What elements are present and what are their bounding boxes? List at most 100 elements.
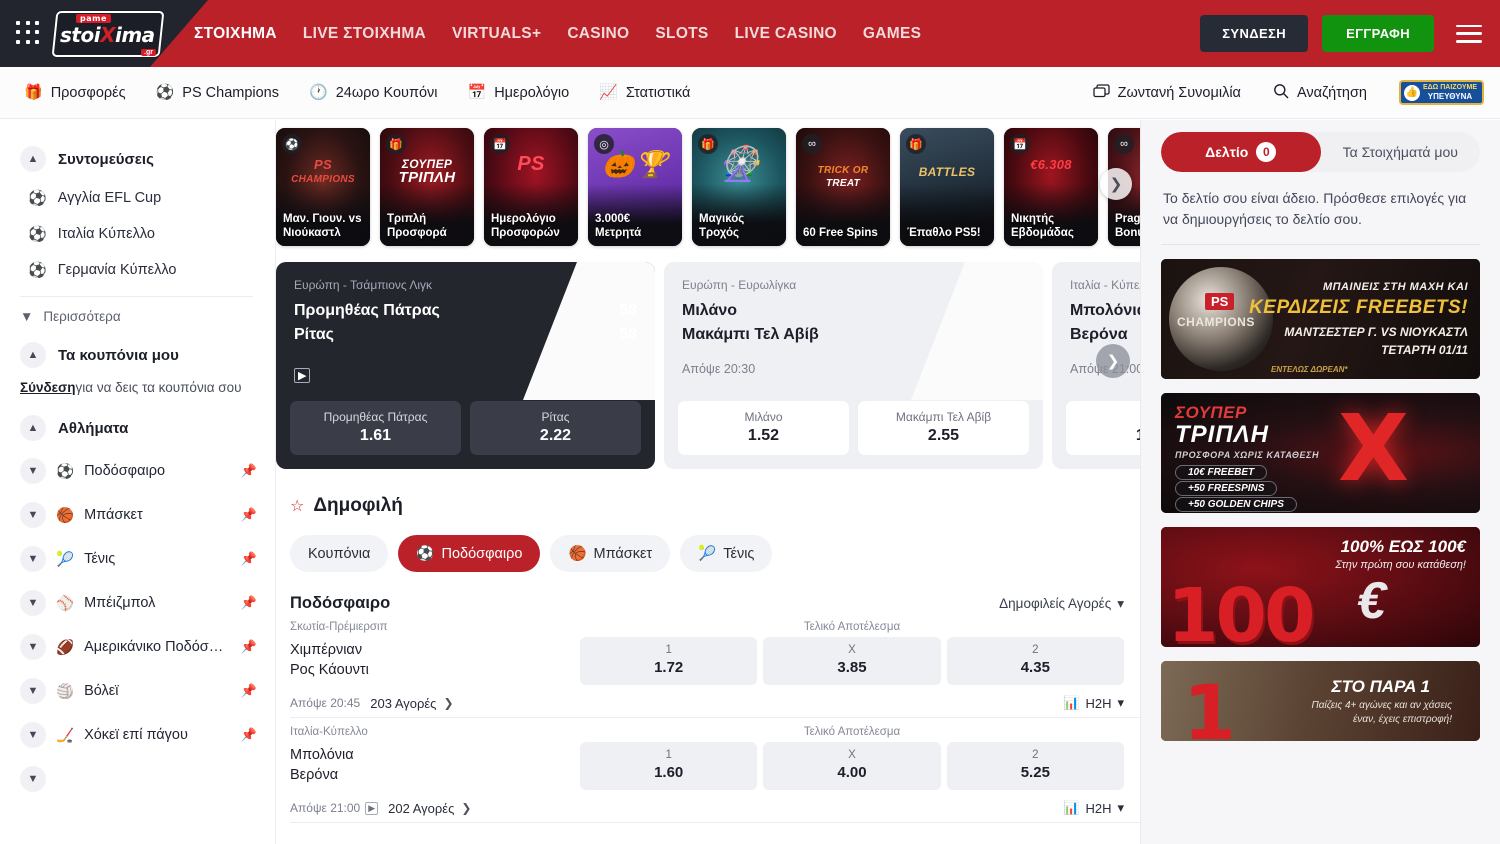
promo-tile[interactable]: €6.308 📅 Νικητής Εβδομάδας xyxy=(1004,128,1098,246)
chevron-down-icon[interactable]: ▼ xyxy=(20,546,46,572)
pin-icon[interactable]: 📌 xyxy=(241,595,257,611)
sidebar-sport-american-football[interactable]: ▼ 🏈 Αμερικάνικο Ποδόσ… 📌 xyxy=(0,625,275,669)
tab-betslip[interactable]: Δελτίο 0 xyxy=(1161,132,1321,172)
sidebar-sport-football[interactable]: ▼ ⚽ Ποδόσφαιρο 📌 xyxy=(0,449,275,493)
odd-button-2[interactable]: 2 4.35 xyxy=(947,637,1124,685)
promo-tile[interactable]: 🎃🏆 ◎ 3.000€ Μετρητά xyxy=(588,128,682,246)
deposit-bonus-banner[interactable]: 100 € 100% ΕΩΣ 100€ Στην πρώτη σου κατάθ… xyxy=(1161,527,1480,647)
apps-grid-icon[interactable] xyxy=(16,21,42,47)
home-team-score: 58 xyxy=(595,302,637,320)
event-markets-count[interactable]: 202 Αγορές xyxy=(388,801,454,816)
pin-icon[interactable]: 📌 xyxy=(241,727,257,743)
chevron-down-icon[interactable]: ▼ xyxy=(20,722,46,748)
tv-stream-icon[interactable]: ▶ xyxy=(365,802,378,815)
promo-tile[interactable]: PS 📅 Ημερολόγιο Προσφορών xyxy=(484,128,578,246)
subnav-live-chat[interactable]: Ζωντανή Συνομιλία xyxy=(1093,84,1241,102)
event-row-partial[interactable] xyxy=(290,823,1140,844)
featured-match-card[interactable]: Ευρώπη - Ευρωλίγκα Μιλάνο Μακάμπι Τελ Αβ… xyxy=(664,262,1043,469)
odd-button-1[interactable]: 1 1.60 xyxy=(580,742,757,790)
promo-carousel-next-button[interactable]: ❯ xyxy=(1100,168,1132,200)
nav-live-casino[interactable]: LIVE CASINO xyxy=(735,25,837,43)
super-tripli-banner[interactable]: X ΣΟΥΠΕΡ ΤΡΙΠΛΗ ΠΡΟΣΦΟΡΑ ΧΩΡΙΣ ΚΑΤΑΘΕΣΗ … xyxy=(1161,393,1480,513)
subnav-24h-coupon[interactable]: 🕐 24ωρο Κουπόνι xyxy=(309,85,438,101)
nav-casino[interactable]: CASINO xyxy=(567,25,629,43)
sidebar-sport-ice-hockey[interactable]: ▼ 🏒 Χόκεϊ επί πάγου 📌 xyxy=(0,713,275,757)
event-row[interactable]: Σκωτία-Πρέμιερσιπ Χιμπέρνιαν Ρος Κάουντι… xyxy=(290,613,1140,718)
chevron-down-icon[interactable]: ▼ xyxy=(20,634,46,660)
sidebar-sport-volleyball[interactable]: ▼ 🏐 Βόλεϊ 📌 xyxy=(0,669,275,713)
sidebar-item-italy-cup[interactable]: ⚽ Ιταλία Κύπελλο xyxy=(0,216,275,252)
pin-icon[interactable]: 📌 xyxy=(241,683,257,699)
tab-my-bets[interactable]: Τα Στοιχήματά μου xyxy=(1321,132,1481,172)
chevron-down-icon[interactable]: ▼ xyxy=(20,502,46,528)
promo-tile[interactable]: 🎡 🎁 Μαγικός Τροχός xyxy=(692,128,786,246)
promo-tile[interactable]: TRICK ORTREAT ∞ 60 Free Spins xyxy=(796,128,890,246)
hamburger-menu-icon[interactable] xyxy=(1456,25,1482,43)
chevron-down-icon[interactable]: ▼ xyxy=(20,590,46,616)
odd-button-2[interactable]: 2 5.25 xyxy=(947,742,1124,790)
ps-champions-banner[interactable]: PS CHAMPIONS ΜΠΑΙΝΕΙΣ ΣΤΗ ΜΑΧΗ ΚΑΙ ΚΕΡΔΙ… xyxy=(1161,259,1480,379)
odd-button-x[interactable]: X 3.85 xyxy=(763,637,940,685)
pin-icon[interactable]: 📌 xyxy=(241,639,257,655)
sidebar-sport-baseball[interactable]: ▼ ⚾ Μπέιζμπολ 📌 xyxy=(0,581,275,625)
register-button[interactable]: ΕΓΓΡΑΦΗ xyxy=(1322,15,1434,52)
sidebar-item-germany-cup[interactable]: ⚽ Γερμανία Κύπελλο xyxy=(0,252,275,288)
tab-coupons[interactable]: Κουπόνια xyxy=(290,535,388,572)
odd-label: Μακάμπι Τελ Αβίβ xyxy=(864,410,1023,424)
event-row[interactable]: Ιταλία-Κύπελλο Μπολόνια Βερόνα Τελικό Απ… xyxy=(290,718,1140,823)
h2h-button[interactable]: 📊 H2H ▾ xyxy=(1063,800,1124,816)
subnav-offers[interactable]: 🎁 Προσφορές xyxy=(24,85,126,101)
sidebar-section-sports[interactable]: ▲ Αθλήματα xyxy=(0,407,275,449)
featured-match-card[interactable]: Ευρώπη - Τσάμπιονς Λιγκ Προμηθέας Πάτρας… xyxy=(276,262,655,469)
odd-button[interactable]: Μακάμπι Τελ Αβίβ 2.55 xyxy=(858,401,1029,455)
odd-button-x[interactable]: X 4.00 xyxy=(763,742,940,790)
tab-football[interactable]: ⚽ Ποδόσφαιρο xyxy=(398,535,540,572)
odd-button[interactable]: 1 1.60 xyxy=(1066,401,1140,455)
tab-basketball[interactable]: 🏀 Μπάσκετ xyxy=(550,535,670,572)
tab-tennis[interactable]: 🎾 Τένις xyxy=(680,535,772,572)
responsible-gaming-badge[interactable]: 👍 ΕΔΩ ΠΑΙΖΟΥΜΕ ΥΠΕΥΘΥΝΑ xyxy=(1399,80,1484,105)
subnav-ps-champions[interactable]: ⚽ PS Champions xyxy=(156,85,279,101)
nav-virtuals[interactable]: VIRTUALS+ xyxy=(452,25,541,43)
sidebar-sport-next[interactable]: ▼ xyxy=(0,757,275,801)
tv-stream-icon[interactable]: ▶ xyxy=(294,368,310,383)
sidebar-more-button[interactable]: ▼ Περισσότερα xyxy=(0,303,275,334)
nav-stoixima[interactable]: ΣΤΟΙΧΗΜΑ xyxy=(194,25,277,43)
chevron-right-icon[interactable]: ❯ xyxy=(461,801,471,815)
sidebar-login-link[interactable]: Σύνδεση xyxy=(20,380,76,395)
markets-selector[interactable]: Δημοφιλείς Αγορές ▾ xyxy=(999,596,1124,612)
chevron-right-icon[interactable]: ❯ xyxy=(443,696,453,710)
promo-tile[interactable]: ΣΟΥΠΕΡΤΡΙΠΛΗ 🎁 Τριπλή Προσφορά xyxy=(380,128,474,246)
sidebar-sport-basketball[interactable]: ▼ 🏀 Μπάσκετ 📌 xyxy=(0,493,275,537)
pin-icon[interactable]: 📌 xyxy=(241,551,257,567)
subnav-search[interactable]: Αναζήτηση xyxy=(1273,83,1367,102)
chevron-down-icon[interactable]: ▼ xyxy=(20,678,46,704)
sidebar-section-shortcuts[interactable]: ▲ Συντομεύσεις xyxy=(0,138,275,180)
sto-para-1-banner[interactable]: 1 ΣΤΟ ΠΑΡΑ 1 Παίζεις 4+ αγώνες και αν χά… xyxy=(1161,661,1480,741)
search-icon xyxy=(1273,83,1289,102)
sidebar-item-efl-cup[interactable]: ⚽ Αγγλία EFL Cup xyxy=(0,180,275,216)
subnav-statistics[interactable]: 📈 Στατιστικά xyxy=(599,85,690,101)
odd-button[interactable]: Προμηθέας Πάτρας 1.61 xyxy=(290,401,461,455)
promo-tile[interactable]: PSCHAMPIONS ⚽ Μαν. Γιουν. vs Νιούκαστλ xyxy=(276,128,370,246)
event-markets-count[interactable]: 203 Αγορές xyxy=(370,696,436,711)
nav-slots[interactable]: SLOTS xyxy=(655,25,708,43)
subnav-calendar[interactable]: 📅 Ημερολόγιο xyxy=(468,85,570,101)
tennis-icon: 🎾 xyxy=(56,551,74,568)
promo-tile[interactable]: BATTLES 🎁 Έπαθλο PS5! xyxy=(900,128,994,246)
login-button[interactable]: ΣΥΝΔΕΣΗ xyxy=(1200,15,1308,52)
chevron-down-icon[interactable]: ▼ xyxy=(20,458,46,484)
nav-games[interactable]: GAMES xyxy=(863,25,921,43)
sidebar-sport-tennis[interactable]: ▼ 🎾 Τένις 📌 xyxy=(0,537,275,581)
featured-matches-next-button[interactable]: ❯ xyxy=(1096,344,1130,378)
pin-icon[interactable]: 📌 xyxy=(241,507,257,523)
odd-button[interactable]: Ρίτας 2.22 xyxy=(470,401,641,455)
pin-icon[interactable]: 📌 xyxy=(241,463,257,479)
nav-live-stoixima[interactable]: LIVE ΣΤΟΙΧΗΜΑ xyxy=(303,25,426,43)
h2h-button[interactable]: 📊 H2H ▾ xyxy=(1063,695,1124,711)
chevron-down-icon[interactable]: ▼ xyxy=(20,766,46,792)
sidebar-section-my-coupons[interactable]: ▲ Τα κουπόνια μου xyxy=(0,334,275,376)
odd-button-1[interactable]: 1 1.72 xyxy=(580,637,757,685)
site-logo[interactable]: pame stoiXima .gr xyxy=(54,11,162,57)
odd-button[interactable]: Μιλάνο 1.52 xyxy=(678,401,849,455)
